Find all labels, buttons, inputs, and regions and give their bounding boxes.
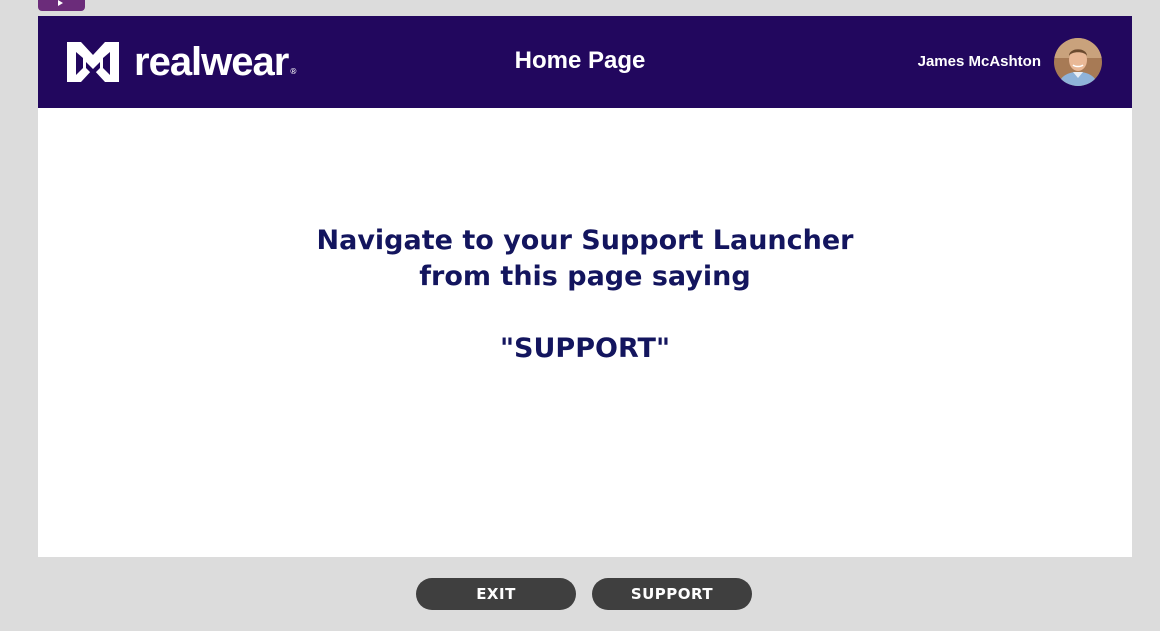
- voice-command-keyword: "SUPPORT": [499, 333, 671, 364]
- header-bar: realwear ® Home Page James McAshton: [38, 16, 1132, 108]
- avatar[interactable]: [1054, 38, 1102, 86]
- exit-button[interactable]: EXIT: [416, 578, 576, 610]
- user-name: James McAshton: [917, 53, 1041, 70]
- support-button[interactable]: SUPPORT: [592, 578, 752, 610]
- play-icon[interactable]: [38, 0, 85, 11]
- instruction-text: Navigate to your Support Launcher from t…: [38, 223, 1132, 367]
- main-content: Navigate to your Support Launcher from t…: [38, 108, 1132, 557]
- instruction-line-1: Navigate to your Support Launcher: [316, 225, 854, 256]
- instruction-line-2: from this page saying: [419, 261, 751, 292]
- footer-bar: EXIT SUPPORT: [38, 557, 1132, 631]
- app-window: realwear ® Home Page James McAshton Navi…: [38, 16, 1132, 631]
- avatar-image: [1054, 38, 1102, 86]
